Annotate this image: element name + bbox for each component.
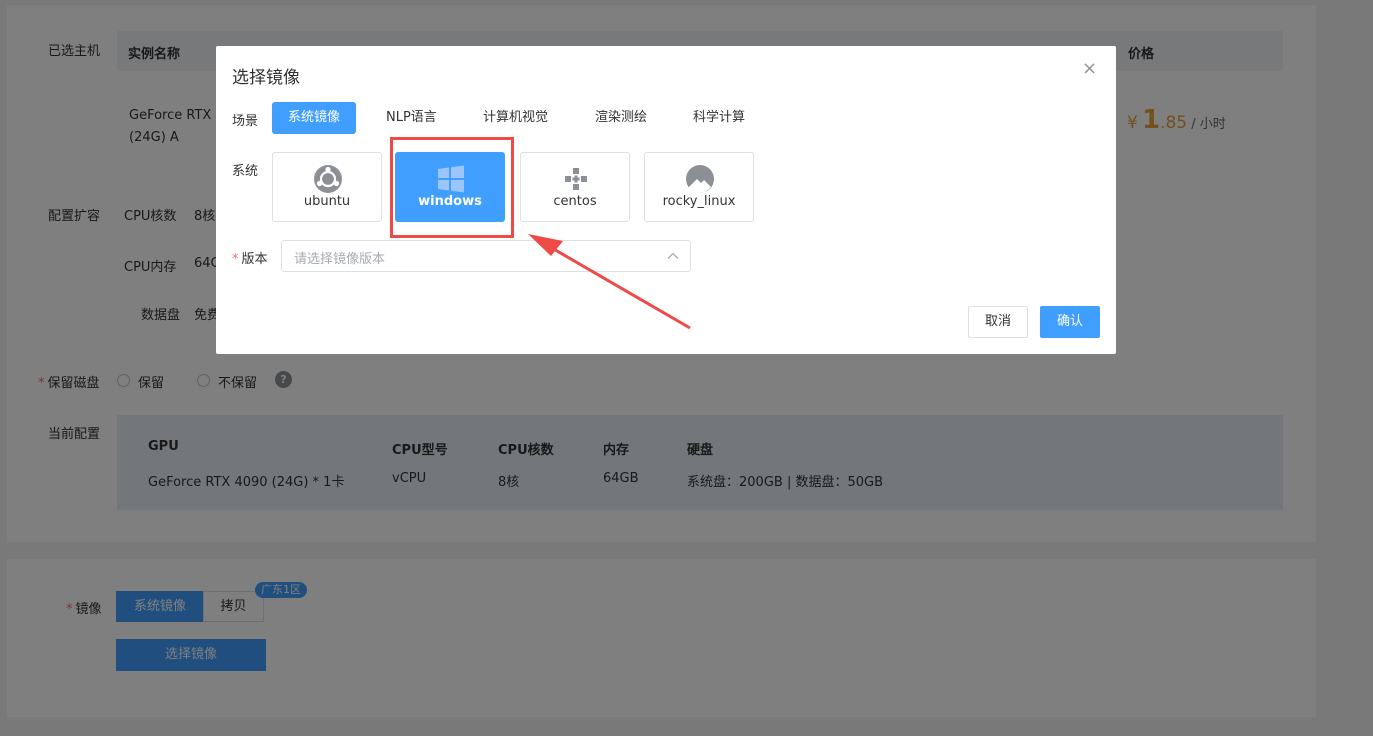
version-placeholder: 请选择镜像版本	[294, 252, 386, 267]
scene-tab-scientific[interactable]: 科学计算	[677, 102, 761, 134]
os-label-ubuntu: ubuntu	[303, 194, 351, 209]
dialog-title: 选择镜像	[232, 68, 300, 88]
windows-highlight-annotation	[390, 137, 514, 238]
scene-tab-nlp[interactable]: NLP语言	[370, 102, 453, 134]
close-icon[interactable]: ×	[1082, 58, 1097, 79]
os-option-centos[interactable]: centos	[520, 152, 630, 222]
os-label-rocky-linux: rocky_linux	[662, 194, 736, 209]
os-label-centos: centos	[553, 194, 597, 209]
system-label: 系统	[232, 164, 259, 179]
select-image-dialog: 选择镜像 × 场景 系统镜像 NLP语言 计算机视觉 渲染测绘 科学计算 系统 …	[216, 46, 1116, 354]
confirm-button[interactable]: 确认	[1040, 306, 1100, 338]
version-select[interactable]: 请选择镜像版本	[281, 240, 691, 272]
scene-tab-system-image[interactable]: 系统镜像	[272, 102, 357, 134]
ubuntu-icon	[314, 165, 342, 193]
os-option-rocky-linux[interactable]: rocky_linux	[644, 152, 754, 222]
rocky-linux-icon	[686, 165, 714, 193]
os-option-ubuntu[interactable]: ubuntu	[272, 152, 382, 222]
cancel-button[interactable]: 取消	[968, 306, 1028, 338]
version-label: 版本	[232, 248, 268, 267]
scene-label: 场景	[232, 114, 259, 129]
scene-tab-computer-vision[interactable]: 计算机视觉	[467, 102, 564, 134]
scene-tab-rendering[interactable]: 渲染测绘	[579, 102, 663, 134]
centos-icon	[565, 168, 587, 190]
chevron-up-icon	[667, 252, 679, 259]
